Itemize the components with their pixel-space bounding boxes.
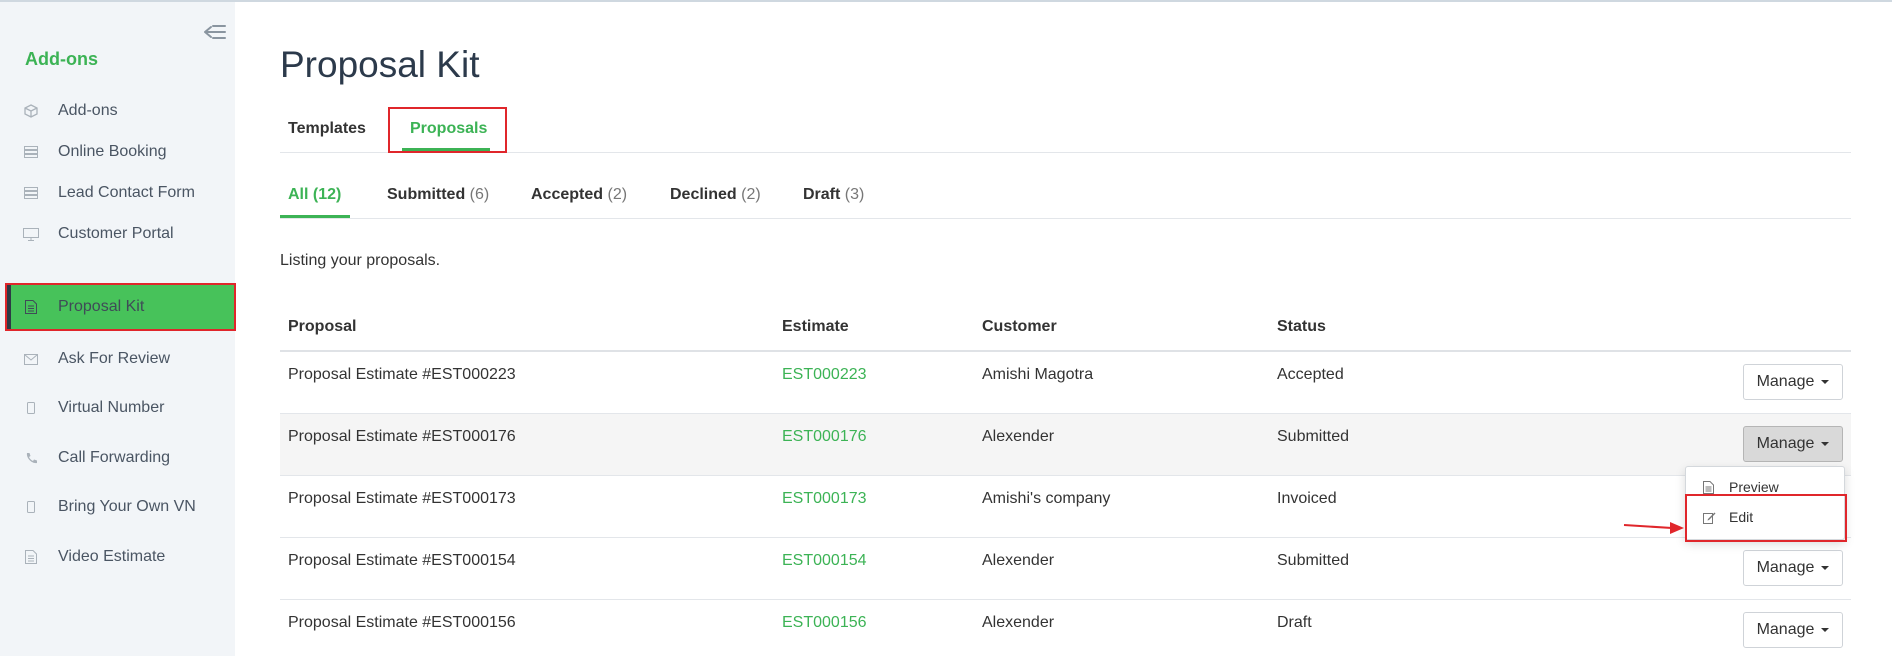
sidebar-item-label: Video Estimate [58,548,166,565]
manage-button[interactable]: Manage [1743,612,1843,648]
server-icon [22,184,40,202]
column-header-status: Status [1277,318,1326,335]
customer-name: Alexender [982,428,1055,445]
sidebar-title: Add-ons [25,49,98,69]
estimate-link[interactable]: EST000154 [782,552,867,570]
column-header-proposal: Proposal [288,318,357,335]
manage-button[interactable]: Manage [1743,550,1843,586]
table-row: Proposal Estimate #EST000156 EST000156 A… [280,600,1851,661]
top-border [0,0,1892,2]
column-header-estimate: Estimate [782,318,849,335]
manage-button[interactable]: Manage [1743,364,1843,400]
status-text: Draft [1277,614,1312,631]
document-icon [1703,480,1717,494]
estimate-link[interactable]: EST000176 [782,428,867,446]
sidebar-item-label: Ask For Review [58,350,171,367]
estimate-link[interactable]: EST000173 [782,490,867,508]
customer-name: Alexender [982,614,1055,631]
caret-down-icon [1821,442,1830,446]
table-row: Proposal Estimate #EST000223 EST000223 A… [280,352,1851,414]
status-text: Accepted [1277,366,1344,383]
sidebar-item-label: Online Booking [58,143,167,160]
caret-down-icon [1821,566,1830,570]
sidebar-item-label: Add-ons [58,102,118,119]
customer-name: Amishi's company [982,490,1111,507]
pointer-arrow [1623,522,1684,534]
proposal-name: Proposal Estimate #EST000176 [288,428,516,445]
table-row: Proposal Estimate #EST000154 EST000154 A… [280,538,1851,600]
filter-tab-submitted[interactable]: Submitted (6) [387,186,489,204]
tab-bar: Templates Proposals [280,108,1851,153]
proposal-name: Proposal Estimate #EST000223 [288,366,516,383]
manage-button[interactable]: Manage [1743,426,1843,462]
listing-text: Listing your proposals. [280,252,441,269]
status-text: Submitted [1277,428,1350,445]
sidebar-item-customer-portal[interactable]: Customer Portal [6,211,235,257]
caret-down-icon [1821,380,1830,384]
proposal-name: Proposal Estimate #EST000173 [288,490,516,507]
customer-name: Amishi Magotra [982,366,1094,383]
sidebar-item-label: Customer Portal [58,225,174,242]
filter-tab-accepted[interactable]: Accepted (2) [531,186,627,204]
tab-templates[interactable]: Templates [288,120,366,138]
sidebar-item-label: Lead Contact Form [58,184,195,201]
sidebar-item-label: Call Forwarding [58,449,171,466]
envelope-icon [22,350,40,368]
filter-tab-bar: All (12) Submitted (6) Accepted (2) Decl… [280,174,1851,219]
server-icon [22,143,40,161]
filter-tab-draft[interactable]: Draft (3) [803,186,864,204]
sidebar-item-video-estimate[interactable]: Video Estimate [6,534,235,580]
sidebar-item-label: Virtual Number [58,399,165,416]
sidebar-item-online-booking[interactable]: Online Booking [6,129,235,175]
document-icon [22,548,40,566]
sidebar-item-bring-your-own-vn[interactable]: Bring Your Own VN [6,484,235,530]
customer-name: Alexender [982,552,1055,569]
sidebar-item-virtual-number[interactable]: Virtual Number [6,385,235,431]
mobile-icon [22,498,40,516]
mobile-icon [22,399,40,417]
collapse-sidebar-icon[interactable] [203,22,227,42]
proposal-name: Proposal Estimate #EST000156 [288,614,516,631]
column-header-customer: Customer [982,318,1057,335]
filter-active-indicator [280,215,350,218]
phone-icon [22,449,40,467]
sidebar-item-call-forwarding[interactable]: Call Forwarding [6,435,235,481]
estimate-link[interactable]: EST000223 [782,366,867,384]
highlight-box-tab [388,107,507,153]
sidebar-item-ask-for-review[interactable]: Ask For Review [6,336,235,382]
highlight-box-sidebar [5,283,236,331]
sidebar-item-label: Bring Your Own VN [58,498,196,515]
monitor-icon [22,225,40,243]
menu-item-label: Preview [1729,479,1779,495]
status-text: Invoiced [1277,490,1337,507]
table-row: Proposal Estimate #EST000176 EST000176 A… [280,414,1851,476]
caret-down-icon [1821,628,1830,632]
estimate-link[interactable]: EST000156 [782,614,867,632]
highlight-box-edit [1685,494,1847,542]
table-header: Proposal Estimate Customer Status [280,310,1851,352]
filter-tab-declined[interactable]: Declined (2) [670,186,761,204]
page-title: Proposal Kit [280,44,480,85]
cube-icon [22,102,40,120]
table-row: Proposal Estimate #EST000173 EST000173 A… [280,476,1851,538]
proposal-name: Proposal Estimate #EST000154 [288,552,516,569]
sidebar-item-lead-contact-form[interactable]: Lead Contact Form [6,170,235,216]
status-text: Submitted [1277,552,1350,569]
filter-tab-all[interactable]: All (12) [288,186,341,204]
sidebar-item-add-ons[interactable]: Add-ons [6,88,235,134]
